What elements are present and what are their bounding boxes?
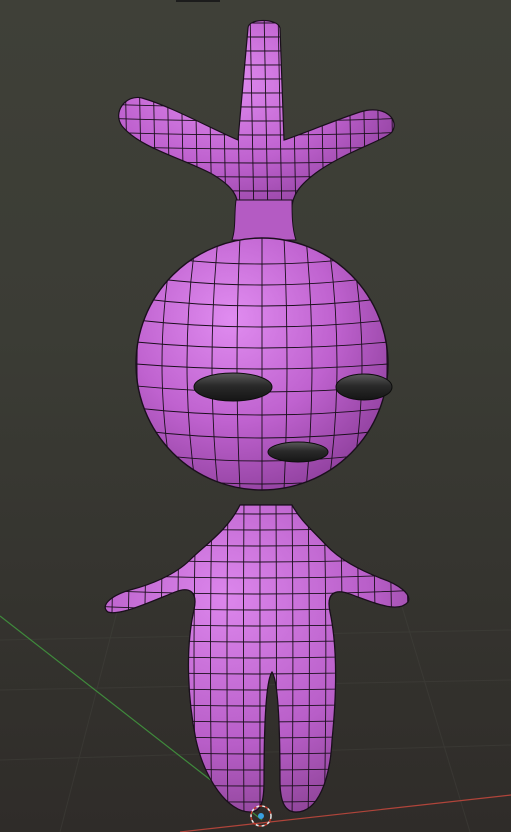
scene-canvas[interactable]: [0, 0, 511, 832]
3d-viewport[interactable]: [0, 0, 511, 832]
right-eye[interactable]: [335, 373, 393, 401]
neck: [231, 199, 297, 241]
body-group[interactable]: [90, 500, 425, 820]
antenna-group[interactable]: [100, 10, 410, 220]
head-group[interactable]: [135, 237, 393, 491]
antenna-shape[interactable]: [118, 19, 395, 215]
torso[interactable]: [104, 504, 410, 813]
left-eye[interactable]: [193, 372, 273, 402]
mouth[interactable]: [267, 441, 329, 463]
